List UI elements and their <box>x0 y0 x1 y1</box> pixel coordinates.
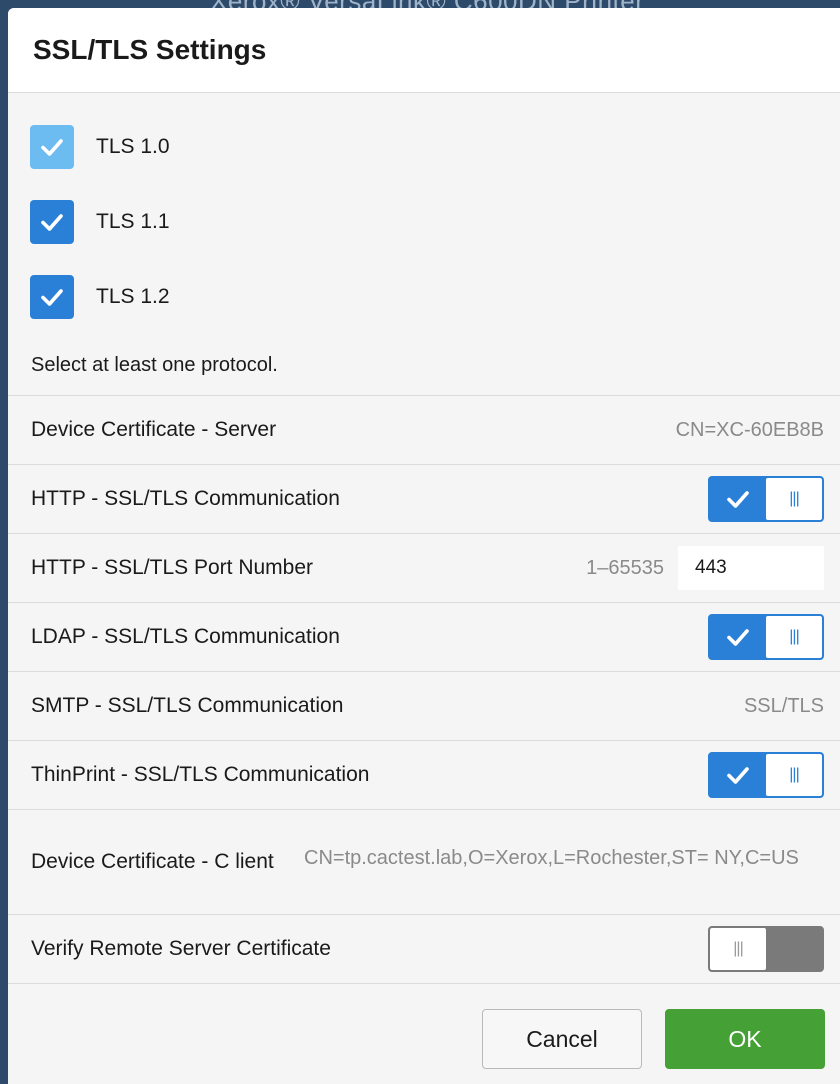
ldap-ssl-tls-row: LDAP - SSL/TLS Communication ||| <box>8 603 840 672</box>
tls-1-0-checkbox[interactable] <box>30 124 74 169</box>
toggle-off-indicator <box>766 928 822 970</box>
http-ssl-tls-toggle[interactable]: ||| <box>708 476 824 522</box>
ldap-ssl-tls-label: LDAP - SSL/TLS Communication <box>31 625 340 648</box>
http-port-row: HTTP - SSL/TLS Port Number 1–65535 <box>8 534 840 603</box>
device-certificate-client-label: Device Certificate - C lient <box>31 850 274 873</box>
checkmark-icon <box>41 288 63 306</box>
grip-lines-icon: ||| <box>766 754 822 796</box>
dialog-footer: Cancel OK <box>8 984 840 1069</box>
protocol-row-tls-1-0: TLS 1.0 <box>8 109 840 184</box>
protocol-section: TLS 1.0 TLS 1.1 TLS 1.2 Select at least … <box>8 93 840 396</box>
thinprint-ssl-tls-label: ThinPrint - SSL/TLS Communication <box>31 763 370 786</box>
dialog-title: SSL/TLS Settings <box>33 34 267 65</box>
tls-1-1-checkbox[interactable] <box>30 199 74 244</box>
toggle-on-indicator <box>710 478 766 520</box>
smtp-ssl-tls-label: SMTP - SSL/TLS Communication <box>31 694 344 717</box>
cancel-button[interactable]: Cancel <box>482 1009 642 1069</box>
http-port-group: 1–65535 <box>586 546 824 590</box>
thinprint-ssl-tls-row: ThinPrint - SSL/TLS Communication ||| <box>8 741 840 810</box>
protocol-row-tls-1-2: TLS 1.2 <box>8 259 840 334</box>
http-port-label: HTTP - SSL/TLS Port Number <box>31 556 314 579</box>
grip-lines-icon: ||| <box>710 928 766 970</box>
http-port-range: 1–65535 <box>586 556 664 579</box>
smtp-ssl-tls-value: SSL/TLS <box>743 694 824 717</box>
protocol-hint: Select at least one protocol. <box>31 354 278 376</box>
device-certificate-server-label: Device Certificate - Server <box>31 418 277 441</box>
grip-lines-icon: ||| <box>766 478 822 520</box>
http-ssl-tls-label: HTTP - SSL/TLS Communication <box>31 487 340 510</box>
thinprint-ssl-tls-toggle[interactable]: ||| <box>708 752 824 798</box>
device-certificate-client-row[interactable]: Device Certificate - C lient CN=tp.cacte… <box>8 810 840 915</box>
toggle-on-indicator <box>710 616 766 658</box>
ssl-tls-settings-dialog: SSL/TLS Settings TLS 1.0 TLS 1.1 TLS 1.2… <box>8 8 840 1084</box>
ldap-ssl-tls-toggle[interactable]: ||| <box>708 614 824 660</box>
toggle-on-indicator <box>710 754 766 796</box>
checkmark-icon <box>727 629 749 646</box>
tls-1-2-checkbox[interactable] <box>30 274 74 319</box>
http-ssl-tls-row: HTTP - SSL/TLS Communication ||| <box>8 465 840 534</box>
tls-1-2-label: TLS 1.2 <box>96 284 170 308</box>
verify-remote-certificate-toggle[interactable]: ||| <box>708 926 824 972</box>
device-certificate-client-value: CN=tp.cactest.lab,O=Xerox,L=Rochester,ST… <box>304 847 799 869</box>
ok-button[interactable]: OK <box>665 1009 825 1069</box>
protocol-row-tls-1-1: TLS 1.1 <box>8 184 840 259</box>
device-certificate-server-value: CN=XC-60EB8B <box>675 418 824 441</box>
checkmark-icon <box>41 213 63 231</box>
checkmark-icon <box>727 491 749 508</box>
dialog-header: SSL/TLS Settings <box>8 8 840 93</box>
grip-lines-icon: ||| <box>766 616 822 658</box>
verify-remote-certificate-row: Verify Remote Server Certificate ||| <box>8 915 840 984</box>
verify-remote-certificate-label: Verify Remote Server Certificate <box>31 937 331 960</box>
device-certificate-server-row[interactable]: Device Certificate - Server CN=XC-60EB8B <box>8 396 840 465</box>
checkmark-icon <box>41 138 63 156</box>
tls-1-0-label: TLS 1.0 <box>96 134 170 158</box>
tls-1-1-label: TLS 1.1 <box>96 209 170 233</box>
checkmark-icon <box>727 767 749 784</box>
http-port-input[interactable] <box>678 546 824 590</box>
smtp-ssl-tls-row[interactable]: SMTP - SSL/TLS Communication SSL/TLS <box>8 672 840 741</box>
